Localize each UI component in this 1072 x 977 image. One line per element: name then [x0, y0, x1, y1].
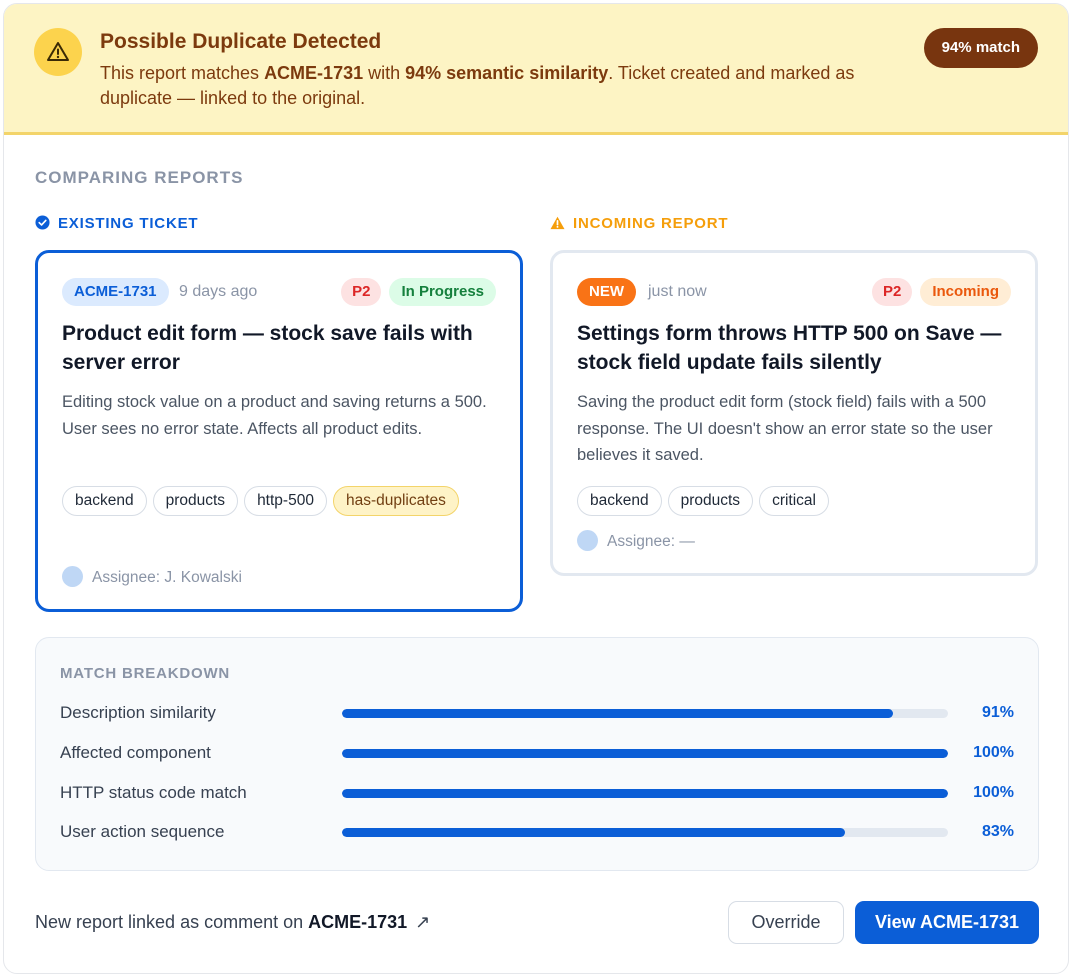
- breakdown-label: Affected component: [60, 743, 211, 762]
- breakdown-bar-fill: [342, 749, 948, 758]
- breakdown-row: User action sequence 83%: [60, 820, 1014, 844]
- incoming-report-heading: INCOMING REPORT: [550, 215, 728, 234]
- tag[interactable]: critical: [759, 486, 829, 516]
- breakdown-label: User action sequence: [60, 822, 225, 841]
- breakdown-bar: [342, 789, 948, 798]
- warning-triangle-icon: [550, 216, 565, 234]
- incoming-report-card[interactable]: NEW just now P2 Incoming Settings form t…: [550, 250, 1038, 576]
- duplicate-banner: Possible Duplicate Detected This report …: [4, 4, 1068, 135]
- tag[interactable]: http-500: [244, 486, 327, 516]
- breakdown-bar: [342, 749, 948, 758]
- breakdown-label: HTTP status code match: [60, 783, 247, 802]
- external-link-arrow-icon[interactable]: ↗: [415, 912, 430, 932]
- priority-badge: P2: [341, 278, 382, 306]
- breakdown-value: 83%: [981, 823, 1014, 840]
- breakdown-bar-fill: [342, 789, 948, 798]
- banner-similarity: 94% semantic similarity: [405, 63, 609, 83]
- breakdown-label: Description similarity: [60, 703, 216, 722]
- breakdown-row: Affected component 100%: [60, 741, 1014, 765]
- report-created-time: just now: [648, 283, 707, 300]
- tag[interactable]: backend: [577, 486, 662, 516]
- tag-list: backend products http-500 has-duplicates: [62, 486, 502, 516]
- avatar: [62, 566, 83, 587]
- tag[interactable]: backend: [62, 486, 147, 516]
- tag-list: backend products critical: [577, 486, 1017, 516]
- footer-link-note: New report linked as comment on ACME-173…: [35, 912, 431, 932]
- priority-badge: P2: [871, 278, 913, 306]
- override-button[interactable]: Override: [728, 901, 844, 944]
- report-title: Settings form throws HTTP 500 on Save — …: [577, 322, 1002, 374]
- warning-icon: [34, 28, 82, 76]
- tag[interactable]: products: [667, 486, 754, 516]
- check-circle-icon: [35, 215, 50, 234]
- duplicate-detection-card: Possible Duplicate Detected This report …: [3, 3, 1069, 974]
- existing-ticket-heading: EXISTING TICKET: [35, 215, 198, 234]
- breakdown-bar: [342, 828, 948, 837]
- breakdown-title: MATCH BREAKDOWN: [60, 665, 231, 682]
- new-badge: NEW: [577, 278, 636, 306]
- report-description: Saving the product edit form (stock fiel…: [577, 393, 993, 464]
- existing-ticket-card[interactable]: ACME-1731 9 days ago P2 In Progress Prod…: [35, 250, 523, 612]
- ticket-description: Editing stock value on a product and sav…: [62, 393, 487, 438]
- match-breakdown: MATCH BREAKDOWN Description similarity 9…: [35, 637, 1039, 871]
- breakdown-bar: [342, 709, 948, 718]
- ticket-title: Product edit form — stock save fails wit…: [62, 322, 473, 374]
- breakdown-bar-fill: [342, 828, 845, 837]
- breakdown-row: HTTP status code match 100%: [60, 781, 1014, 805]
- banner-message: This report matches ACME-1731 with 94% s…: [100, 63, 855, 108]
- ticket-created-time: 9 days ago: [179, 283, 258, 300]
- tag[interactable]: products: [152, 486, 239, 516]
- breakdown-value: 91%: [981, 704, 1014, 721]
- banner-ticket-ref: ACME-1731: [264, 63, 364, 83]
- breakdown-bar-fill: [342, 709, 894, 718]
- ticket-id-badge[interactable]: ACME-1731: [62, 278, 169, 306]
- tag-has-duplicates[interactable]: has-duplicates: [332, 486, 459, 516]
- view-ticket-button[interactable]: View ACME-1731: [855, 901, 1039, 944]
- breakdown-value: 100%: [973, 784, 1014, 801]
- avatar: [577, 530, 598, 551]
- status-badge: In Progress: [389, 278, 496, 306]
- breakdown-value: 100%: [973, 744, 1014, 761]
- section-title: COMPARING REPORTS: [35, 168, 244, 187]
- banner-title: Possible Duplicate Detected: [100, 30, 382, 53]
- breakdown-row: Description similarity 91%: [60, 701, 1014, 725]
- status-badge: Incoming: [920, 278, 1011, 306]
- assignee: Assignee: —: [577, 530, 695, 553]
- footer-ticket-link[interactable]: ACME-1731: [308, 912, 407, 932]
- assignee: Assignee: J. Kowalski: [62, 566, 242, 589]
- match-score-badge: 94% match: [923, 28, 1038, 68]
